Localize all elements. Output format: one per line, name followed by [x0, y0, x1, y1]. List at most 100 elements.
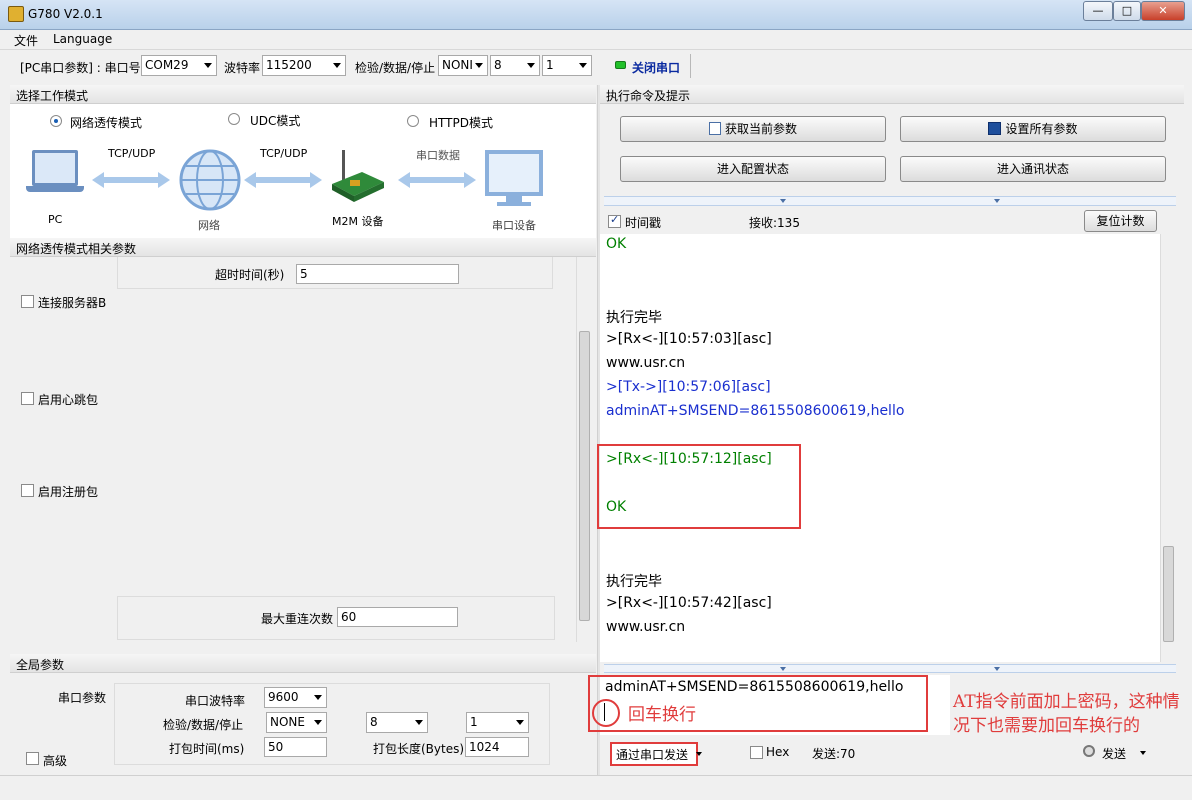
- title-bar: G780 V2.0.1 — □ ✕: [0, 0, 1192, 30]
- serial-device-icon: [485, 150, 543, 206]
- document-search-icon: [708, 122, 721, 135]
- global-databits-select[interactable]: 8: [366, 712, 428, 733]
- params-scrollbar[interactable]: [576, 257, 592, 642]
- get-params-button[interactable]: 获取当前参数: [620, 116, 886, 142]
- hex-checkbox[interactable]: [750, 746, 763, 759]
- mode-section-header: 选择工作模式: [10, 85, 596, 104]
- tcpudp-label-1: TCP/UDP: [108, 147, 156, 160]
- transparent-params-header: 网络透传模式相关参数: [10, 238, 596, 257]
- set-params-button[interactable]: 设置所有参数: [900, 116, 1166, 142]
- pack-time-input[interactable]: 50: [264, 737, 327, 757]
- double-arrow-icon: [244, 172, 322, 188]
- serial-data-label: 串口数据: [416, 149, 460, 162]
- parity-select[interactable]: NONI: [438, 55, 488, 76]
- double-arrow-icon: [398, 172, 476, 188]
- port-status-icon: [615, 61, 626, 69]
- global-stopbits-select[interactable]: 1: [466, 712, 529, 733]
- close-port-button[interactable]: 关闭串口: [632, 59, 680, 76]
- m2m-label: M2M 设备: [332, 215, 384, 228]
- transparent-params-panel: 超时时间(秒) 5 连接服务器B 启用心跳包 启用注册包 最大重连次数 60: [10, 257, 596, 642]
- tcpudp-label-2: TCP/UDP: [260, 147, 308, 160]
- log-line: www.usr.cn: [606, 355, 686, 371]
- log-line: 执行完毕: [606, 310, 662, 326]
- pack-time-label: 打包时间(ms): [169, 742, 245, 756]
- log-line: >[Rx<-][10:57:42][asc]: [606, 595, 772, 611]
- reset-count-button[interactable]: 复位计数: [1084, 210, 1157, 232]
- baud-select[interactable]: 115200: [262, 55, 346, 76]
- minimize-button[interactable]: —: [1083, 1, 1113, 21]
- pc-icon: [26, 150, 84, 192]
- timeout-input[interactable]: 5: [296, 264, 459, 284]
- text-cursor: [604, 703, 605, 721]
- mode-label-httpd: HTTPD模式: [429, 116, 493, 130]
- upper-splitter[interactable]: [604, 196, 1176, 206]
- menu-file[interactable]: 文件: [14, 32, 38, 49]
- max-reconnect-input[interactable]: 60: [337, 607, 458, 627]
- global-params-panel: 串口参数 串口波特率 9600 检验/数据/停止 NONE 8 1 打包时间(m…: [10, 673, 596, 773]
- timestamp-checkbox[interactable]: [608, 213, 621, 228]
- heartbeat-label: 启用心跳包: [38, 393, 99, 407]
- scroll-thumb[interactable]: [579, 331, 590, 621]
- receive-count: 接收:135: [749, 216, 800, 230]
- mode-radio-httpd[interactable]: [407, 115, 419, 127]
- enter-comm-button[interactable]: 进入通讯状态: [900, 156, 1166, 182]
- hex-label: Hex: [766, 745, 790, 759]
- menu-bar: 文件 Language: [0, 30, 1192, 50]
- port-select[interactable]: COM29: [141, 55, 217, 76]
- send-input[interactable]: adminAT+SMSEND=8615508600619,hello 回车换行: [588, 675, 950, 735]
- parity-label: 检验/数据/停止: [355, 61, 436, 75]
- log-line: >[Tx->][10:57:06][asc]: [606, 379, 771, 395]
- databits-select[interactable]: 8: [490, 55, 540, 76]
- save-icon: [988, 122, 1002, 135]
- timeout-label: 超时时间(秒): [215, 268, 285, 282]
- send-count: 发送:70: [812, 747, 856, 761]
- close-button[interactable]: ✕: [1141, 1, 1185, 21]
- mode-label-udc: UDC模式: [250, 114, 301, 128]
- connect-b-checkbox[interactable]: [21, 295, 34, 308]
- lower-splitter[interactable]: [604, 664, 1176, 673]
- app-icon: [8, 6, 24, 22]
- pack-length-label: 打包长度(Bytes): [373, 742, 465, 756]
- pc-label: PC: [48, 213, 63, 226]
- register-label: 启用注册包: [38, 485, 99, 499]
- status-bar: [0, 775, 1192, 800]
- mode-panel: 网络透传模式 UDC模式 HTTPD模式 PC TCP/UDP 网络 TCP/U…: [10, 104, 596, 238]
- max-reconnect-label: 最大重连次数: [261, 612, 334, 626]
- chevron-down-icon: [696, 752, 702, 756]
- log-scrollbar[interactable]: [1160, 234, 1176, 662]
- annotation-note: AT指令前面加上密码，这种情况下也需要加回车换行的: [953, 692, 1180, 736]
- advanced-checkbox[interactable]: [26, 752, 39, 765]
- mode-radio-udc[interactable]: [228, 113, 240, 125]
- toolbar-divider: [690, 54, 691, 78]
- scroll-thumb[interactable]: [1163, 546, 1174, 642]
- menu-language[interactable]: Language: [53, 32, 112, 46]
- maximize-button[interactable]: □: [1113, 1, 1141, 21]
- command-section-header: 执行命令及提示: [600, 85, 1184, 104]
- global-baud-label: 串口波特率: [185, 694, 246, 708]
- heartbeat-checkbox[interactable]: [21, 392, 34, 405]
- receive-log[interactable]: OK 执行完毕 >[Rx<-][10:57:03][asc] www.usr.c…: [597, 234, 1176, 662]
- splitter-arrow-icon: [780, 667, 786, 671]
- log-line: 执行完毕: [606, 574, 662, 590]
- global-parity-select[interactable]: NONE: [266, 712, 327, 733]
- timestamp-label: 时间戳: [625, 216, 662, 230]
- m2m-device-icon: [332, 150, 384, 202]
- window-title: G780 V2.0.1: [28, 7, 103, 21]
- register-checkbox[interactable]: [21, 484, 34, 497]
- mode-radio-transparent[interactable]: [50, 115, 62, 127]
- enter-config-button[interactable]: 进入配置状态: [620, 156, 886, 182]
- stopbits-select[interactable]: 1: [542, 55, 592, 76]
- global-parity-label: 检验/数据/停止: [163, 718, 244, 732]
- globe-icon: [179, 149, 241, 211]
- crlf-note: 回车换行: [628, 705, 696, 725]
- send-mode-select[interactable]: 通过串口发送: [610, 742, 698, 766]
- cursor-circle: [592, 699, 620, 727]
- connect-b-label: 连接服务器B: [38, 296, 107, 310]
- serial-device-label: 串口设备: [492, 219, 536, 232]
- chevron-down-icon: [1140, 751, 1146, 755]
- baud-label: 波特率: [224, 61, 261, 75]
- pack-length-input[interactable]: 1024: [465, 737, 529, 757]
- send-button[interactable]: 发送: [1082, 743, 1152, 763]
- global-baud-select[interactable]: 9600: [264, 687, 327, 708]
- serial-port-label: [PC串口参数] : 串口号: [20, 61, 141, 75]
